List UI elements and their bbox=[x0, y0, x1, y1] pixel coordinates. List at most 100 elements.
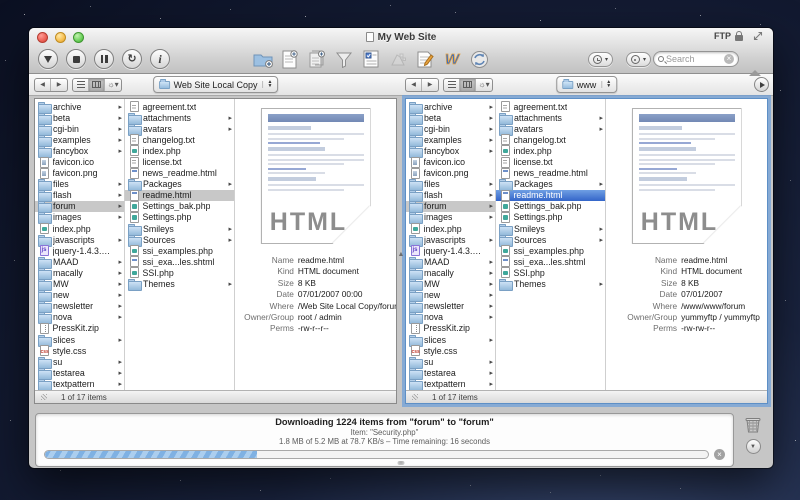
file-row[interactable]: MW ▸ bbox=[406, 279, 495, 290]
file-row[interactable]: ssi_examples.php ▸ bbox=[125, 245, 234, 256]
file-row[interactable]: su ▸ bbox=[406, 356, 495, 367]
close-button[interactable] bbox=[37, 32, 48, 43]
file-row[interactable]: index.php ▸ bbox=[35, 223, 124, 234]
connect-go-button[interactable] bbox=[754, 77, 769, 92]
file-row[interactable]: examples ▸ bbox=[406, 134, 495, 145]
file-row[interactable]: agreement.txt ▸ bbox=[125, 101, 234, 112]
file-row[interactable]: newsletter ▸ bbox=[406, 301, 495, 312]
cancel-transfer-button[interactable]: × bbox=[714, 449, 725, 460]
file-row[interactable]: forum ▸ bbox=[35, 201, 124, 212]
file-row[interactable]: javascripts ▸ bbox=[406, 234, 495, 245]
titlebar[interactable]: My Web Site FTP bbox=[29, 28, 773, 46]
left-path-dropdown[interactable]: Web Site Local Copy ▲▼ bbox=[153, 76, 279, 93]
app-logo-button[interactable]: W bbox=[442, 49, 462, 69]
file-row[interactable]: attachments ▸ bbox=[496, 112, 605, 123]
file-row[interactable]: avatars ▸ bbox=[125, 123, 234, 134]
clear-search-icon[interactable]: × bbox=[724, 54, 734, 64]
file-row[interactable]: nova ▸ bbox=[35, 312, 124, 323]
file-row[interactable]: cgi-bin ▸ bbox=[35, 123, 124, 134]
forward-button[interactable]: ▶ bbox=[51, 79, 67, 91]
file-row[interactable]: textpattern ▸ bbox=[35, 378, 124, 389]
file-row[interactable]: slices ▸ bbox=[35, 334, 124, 345]
file-row[interactable]: beta ▸ bbox=[35, 112, 124, 123]
file-row[interactable]: license.txt ▸ bbox=[125, 156, 234, 167]
window-resize-grip[interactable] bbox=[398, 461, 405, 465]
minimize-button[interactable] bbox=[55, 32, 66, 43]
file-row[interactable]: readme.html ▸ bbox=[125, 190, 234, 201]
file-row[interactable]: MAAD ▸ bbox=[35, 256, 124, 267]
filter-button[interactable] bbox=[334, 49, 354, 69]
history-dropdown[interactable]: ▾ bbox=[588, 52, 613, 67]
file-row[interactable]: style.css ▸ bbox=[35, 345, 124, 356]
disconnect-button[interactable] bbox=[749, 53, 764, 71]
file-row[interactable]: MAAD ▸ bbox=[406, 256, 495, 267]
file-row[interactable]: beta ▸ bbox=[406, 112, 495, 123]
file-row[interactable]: SSI.php ▸ bbox=[496, 267, 605, 278]
expand-queue-button[interactable]: ▼ bbox=[746, 439, 761, 454]
resize-arrows-icon[interactable] bbox=[753, 31, 763, 41]
file-row[interactable]: ssi_exa...les.shtml ▸ bbox=[496, 256, 605, 267]
file-row[interactable]: favicon.png ▸ bbox=[406, 168, 495, 179]
file-row[interactable]: Packages ▸ bbox=[125, 179, 234, 190]
search-field[interactable]: × bbox=[653, 51, 739, 67]
file-row[interactable]: Packages ▸ bbox=[496, 179, 605, 190]
transfer-button[interactable] bbox=[38, 49, 58, 69]
pause-button[interactable] bbox=[94, 49, 114, 69]
file-row[interactable]: index.php ▸ bbox=[496, 145, 605, 156]
file-row[interactable]: ssi_exa...les.shtml ▸ bbox=[125, 256, 234, 267]
file-row[interactable]: Settings.php ▸ bbox=[125, 212, 234, 223]
file-row[interactable]: archive ▸ bbox=[35, 101, 124, 112]
column-view-button[interactable] bbox=[460, 79, 476, 91]
file-row[interactable]: fancybox ▸ bbox=[406, 145, 495, 156]
file-row[interactable]: Sources ▸ bbox=[125, 234, 234, 245]
file-row[interactable]: ssi_examples.php ▸ bbox=[496, 245, 605, 256]
file-row[interactable]: newsletter ▸ bbox=[35, 301, 124, 312]
file-row[interactable]: cgi-bin ▸ bbox=[406, 123, 495, 134]
stop-button[interactable] bbox=[66, 49, 86, 69]
file-row[interactable]: macally ▸ bbox=[35, 267, 124, 278]
new-file-button[interactable] bbox=[280, 49, 300, 69]
action-menu-button[interactable]: ☼▾ bbox=[105, 79, 121, 91]
edit-button[interactable] bbox=[415, 49, 435, 69]
file-row[interactable]: slices ▸ bbox=[406, 334, 495, 345]
sync-button[interactable] bbox=[469, 49, 489, 69]
forward-button[interactable]: ▶ bbox=[422, 79, 438, 91]
file-row[interactable]: favicon.png ▸ bbox=[35, 168, 124, 179]
file-row[interactable]: Smileys ▸ bbox=[125, 223, 234, 234]
file-row[interactable]: images ▸ bbox=[35, 212, 124, 223]
file-row[interactable]: PressKit.zip ▸ bbox=[406, 323, 495, 334]
file-row[interactable]: news_readme.html ▸ bbox=[496, 168, 605, 179]
action-menu-button[interactable]: ☼▾ bbox=[476, 79, 492, 91]
tasks-button[interactable] bbox=[361, 49, 381, 69]
file-row[interactable]: MW ▸ bbox=[35, 279, 124, 290]
file-row[interactable]: Settings_bak.php ▸ bbox=[125, 201, 234, 212]
file-row[interactable]: PressKit.zip ▸ bbox=[35, 323, 124, 334]
file-row[interactable]: readme.html ▸ bbox=[496, 190, 605, 201]
file-row[interactable]: flash ▸ bbox=[406, 190, 495, 201]
search-input[interactable] bbox=[666, 54, 722, 64]
list-view-button[interactable] bbox=[444, 79, 460, 91]
file-row[interactable]: index.php ▸ bbox=[125, 145, 234, 156]
file-row[interactable]: forum ▸ bbox=[406, 201, 495, 212]
file-row[interactable]: textpattern ▸ bbox=[406, 378, 495, 389]
file-row[interactable]: macally ▸ bbox=[406, 267, 495, 278]
file-row[interactable]: changelog.txt ▸ bbox=[125, 134, 234, 145]
duplicate-file-button[interactable] bbox=[307, 49, 327, 69]
file-row[interactable]: avatars ▸ bbox=[496, 123, 605, 134]
file-row[interactable]: changelog.txt ▸ bbox=[496, 134, 605, 145]
file-row[interactable]: license.txt ▸ bbox=[496, 156, 605, 167]
file-row[interactable]: files ▸ bbox=[406, 179, 495, 190]
refresh-button[interactable]: ↻ bbox=[122, 49, 142, 69]
back-button[interactable]: ◀ bbox=[406, 79, 422, 91]
actions-dropdown[interactable]: ▾ bbox=[626, 52, 651, 67]
file-row[interactable]: agreement.txt ▸ bbox=[496, 101, 605, 112]
file-row[interactable]: attachments ▸ bbox=[125, 112, 234, 123]
file-row[interactable]: jquery-1.4.3.min.js ▸ bbox=[406, 245, 495, 256]
file-row[interactable]: testarea ▸ bbox=[35, 367, 124, 378]
file-row[interactable]: Themes ▸ bbox=[125, 279, 234, 290]
file-row[interactable]: nova ▸ bbox=[406, 312, 495, 323]
file-row[interactable]: jquery-1.4.3.min.js ▸ bbox=[35, 245, 124, 256]
column-view-button[interactable] bbox=[89, 79, 105, 91]
file-row[interactable]: Settings_bak.php ▸ bbox=[496, 201, 605, 212]
file-row[interactable]: Smileys ▸ bbox=[496, 223, 605, 234]
